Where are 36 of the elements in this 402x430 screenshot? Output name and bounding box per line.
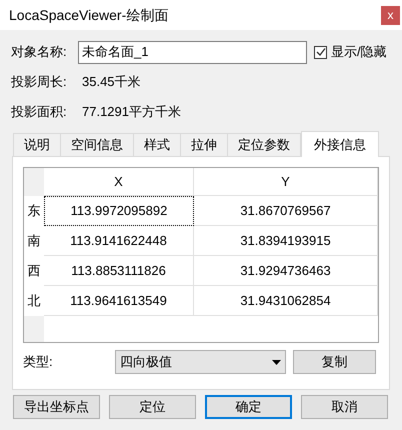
dialog-button[interactable]: 导出坐标点	[13, 395, 100, 419]
field-label: 对象名称:	[11, 43, 68, 62]
table-cell: 31.9294736463	[194, 256, 378, 286]
checkbox-label: 显示/隐藏	[331, 43, 387, 62]
field-label: 投影面积:	[11, 103, 68, 122]
column-header: X	[44, 168, 194, 196]
visibility-checkbox[interactable]	[314, 46, 327, 58]
table-cell: 113.8853111826	[44, 256, 194, 286]
table-cell: 31.8670769567	[194, 196, 378, 226]
close-button[interactable]: x	[381, 6, 400, 24]
table-cell: 113.9972095892	[44, 196, 194, 226]
name-input-field[interactable]: 未命名面_1	[78, 40, 307, 64]
type-label: 类型:	[23, 353, 54, 372]
tab[interactable]: 定位参数	[227, 133, 301, 156]
dialog-button[interactable]: 确定	[205, 395, 292, 419]
dropdown-caret-icon	[272, 360, 281, 364]
copy-button[interactable]: 复制	[293, 350, 376, 374]
table-cell: 113.9641613549	[44, 286, 194, 316]
table-cell: 31.9431062854	[194, 286, 378, 316]
tab[interactable]: 外接信息	[301, 131, 379, 157]
column-header: Y	[194, 168, 378, 196]
checkmark-icon	[316, 47, 326, 57]
table-cell: 31.8394193915	[194, 226, 378, 256]
row-header: 西	[24, 256, 44, 286]
field-label: 投影周长:	[11, 73, 68, 92]
row-header: 北	[24, 286, 44, 316]
type-dropdown[interactable]: 四向极值	[115, 350, 286, 374]
table-cell: 113.9141622448	[44, 226, 194, 256]
tab[interactable]: 说明	[13, 133, 61, 156]
area-value: 77.1291平方千米	[82, 103, 181, 122]
row-header: 南	[24, 226, 44, 256]
dialog-button[interactable]: 定位	[109, 395, 196, 419]
row-header: 东	[24, 196, 44, 226]
dialog-button[interactable]: 取消	[301, 395, 388, 419]
perimeter-value: 35.45千米	[82, 73, 141, 92]
window-title: LocaSpaceViewer-绘制面	[9, 6, 168, 25]
